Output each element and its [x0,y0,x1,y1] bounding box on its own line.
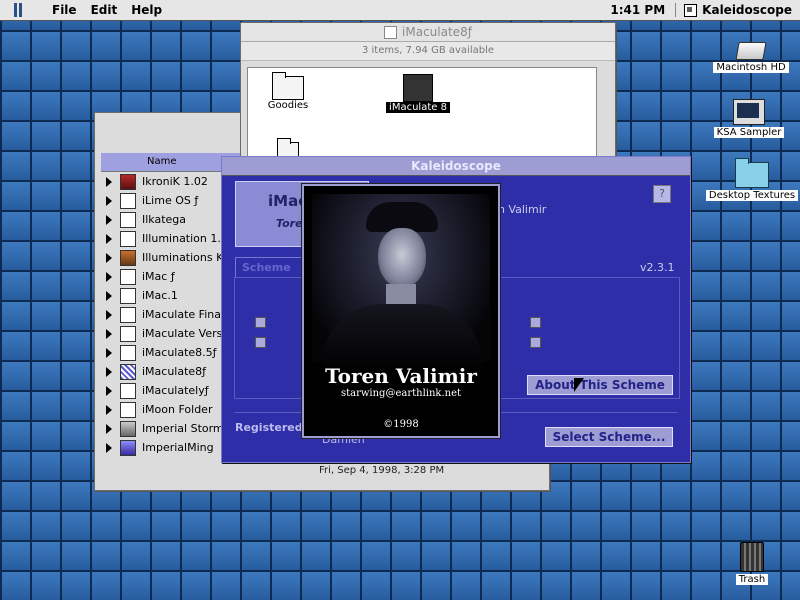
application-menu[interactable]: Kaleidoscope [676,3,800,17]
folder-icon [120,192,136,209]
application-name: Kaleidoscope [702,3,792,17]
desktop-icon-label: Trash [735,574,769,585]
help-button[interactable]: ? [653,185,671,203]
list-item-label: Illuminations Ka [142,251,230,264]
menu-bar: File Edit Help 1:41 PM Kaleidoscope [0,0,800,21]
trash-icon [740,542,764,572]
folder-icon [120,401,136,418]
checkbox[interactable] [530,337,541,348]
disclosure-triangle-icon[interactable] [106,366,112,377]
hard-drive-icon [735,42,767,60]
folder-icon [120,420,136,437]
scheme-author: Tore [276,217,303,230]
disclosure-triangle-icon[interactable] [106,309,112,320]
folder-icon [120,230,136,247]
folder-icon [120,344,136,361]
disclosure-triangle-icon[interactable] [106,252,112,263]
disclosure-triangle-icon[interactable] [106,385,112,396]
portrait-face [378,228,426,288]
finder-icon-window[interactable]: iMaculate8ƒ 3 items, 7.94 GB available G… [240,22,616,175]
list-date-cell: Fri, Sep 4, 1998, 3:28 PM [319,465,445,476]
disclosure-triangle-icon[interactable] [106,271,112,282]
list-item-label: Imperial Stormt [142,422,228,435]
disclosure-triangle-icon[interactable] [106,176,112,187]
folder-item-imaculate-8[interactable]: iMaculate 8 [378,74,458,113]
list-item-label: iMaculate Versio [142,327,233,340]
list-item-label: IkroniK 1.02 [142,175,208,188]
checkbox[interactable] [255,337,266,348]
desktop-icon-trash[interactable]: Trash [702,542,800,585]
disclosure-triangle-icon[interactable] [106,328,112,339]
desktop-icon-label: Macintosh HD [713,62,789,73]
folder-icon [272,72,304,100]
author-portrait [312,194,490,374]
desktop-icon-ksa-sampler[interactable]: KSA Sampler [699,99,799,138]
folder-icon [735,158,769,188]
menu-file[interactable]: File [52,3,77,17]
menu-clock[interactable]: 1:41 PM [600,3,677,17]
disclosure-triangle-icon[interactable] [106,214,112,225]
disclosure-triangle-icon[interactable] [106,347,112,358]
list-item-label: iMoon Folder [142,403,213,416]
checkbox[interactable] [255,317,266,328]
desktop-icon-label: Desktop Textures [705,190,799,201]
menu-edit[interactable]: Edit [91,3,118,17]
disclosure-triangle-icon[interactable] [106,195,112,206]
theme-file-icon [403,74,433,102]
folder-item-label: Goodies [267,100,309,111]
desktop-icon-desktop-textures[interactable]: Desktop Textures [702,158,800,201]
splash-email: starwing@earthlink.net [340,388,462,399]
registered-label: Registered [235,421,303,434]
kaleidoscope-app-icon [684,3,698,17]
window-info-bar: 3 items, 7.94 GB available [241,42,615,61]
list-item-label: iMaculate8.5ƒ [142,346,217,359]
folder-icon [120,268,136,285]
splash-author-name: Toren Valimir [325,364,477,388]
window-title-bar[interactable]: iMaculate8ƒ [241,23,615,42]
name-column-label: Name [147,156,177,167]
list-item-label: ImperialMing [142,441,214,454]
checkbox[interactable] [530,317,541,328]
list-item-label: iMaculate8ƒ [142,365,207,378]
mouse-cursor-icon [574,378,584,392]
version-label: v2.3.1 [640,261,675,274]
menu-help[interactable]: Help [131,3,162,17]
list-item-label: Ilkatega [142,213,187,226]
folder-icon [384,25,398,39]
folder-icon [120,306,136,323]
folder-icon [120,173,136,190]
window-title-bar[interactable]: Kaleidoscope [222,157,690,176]
list-item-label: Illumination 1.0 [142,232,228,245]
folder-item-goodies[interactable]: Goodies [248,72,328,111]
folder-icon [120,325,136,342]
list-item-label: iMac ƒ [142,270,175,283]
disclosure-triangle-icon[interactable] [106,423,112,434]
apple-menu-icon[interactable] [14,3,34,17]
about-this-scheme-button[interactable]: About This Scheme [527,375,673,395]
window-title: iMaculate8ƒ [402,25,472,39]
select-scheme-button[interactable]: Select Scheme... [545,427,673,447]
folder-icon [120,211,136,228]
folder-icon [120,287,136,304]
portrait-neck [386,284,416,306]
desktop-icon-macintosh-hd[interactable]: Macintosh HD [701,42,800,73]
about-splash-window[interactable]: Toren Valimir starwing@earthlink.net ©19… [302,184,500,438]
disclosure-triangle-icon[interactable] [106,442,112,453]
disclosure-triangle-icon[interactable] [106,233,112,244]
list-item-label: iMac.1 [142,289,178,302]
desktop-icon-label: KSA Sampler [713,127,785,138]
list-item-label: iLime OS ƒ [142,194,199,207]
folder-item-label: iMaculate 8 [386,102,450,113]
disclosure-triangle-icon[interactable] [106,290,112,301]
splash-copyright: ©1998 [383,419,419,430]
folder-icon [120,249,136,266]
folder-icon [120,363,136,380]
list-item-label: iMaculatelyƒ [142,384,209,397]
monitor-icon [733,99,765,125]
folder-icon [120,439,136,456]
scheme-byline: n Valimir [498,203,547,216]
folder-icon [120,382,136,399]
disclosure-triangle-icon[interactable] [106,404,112,415]
